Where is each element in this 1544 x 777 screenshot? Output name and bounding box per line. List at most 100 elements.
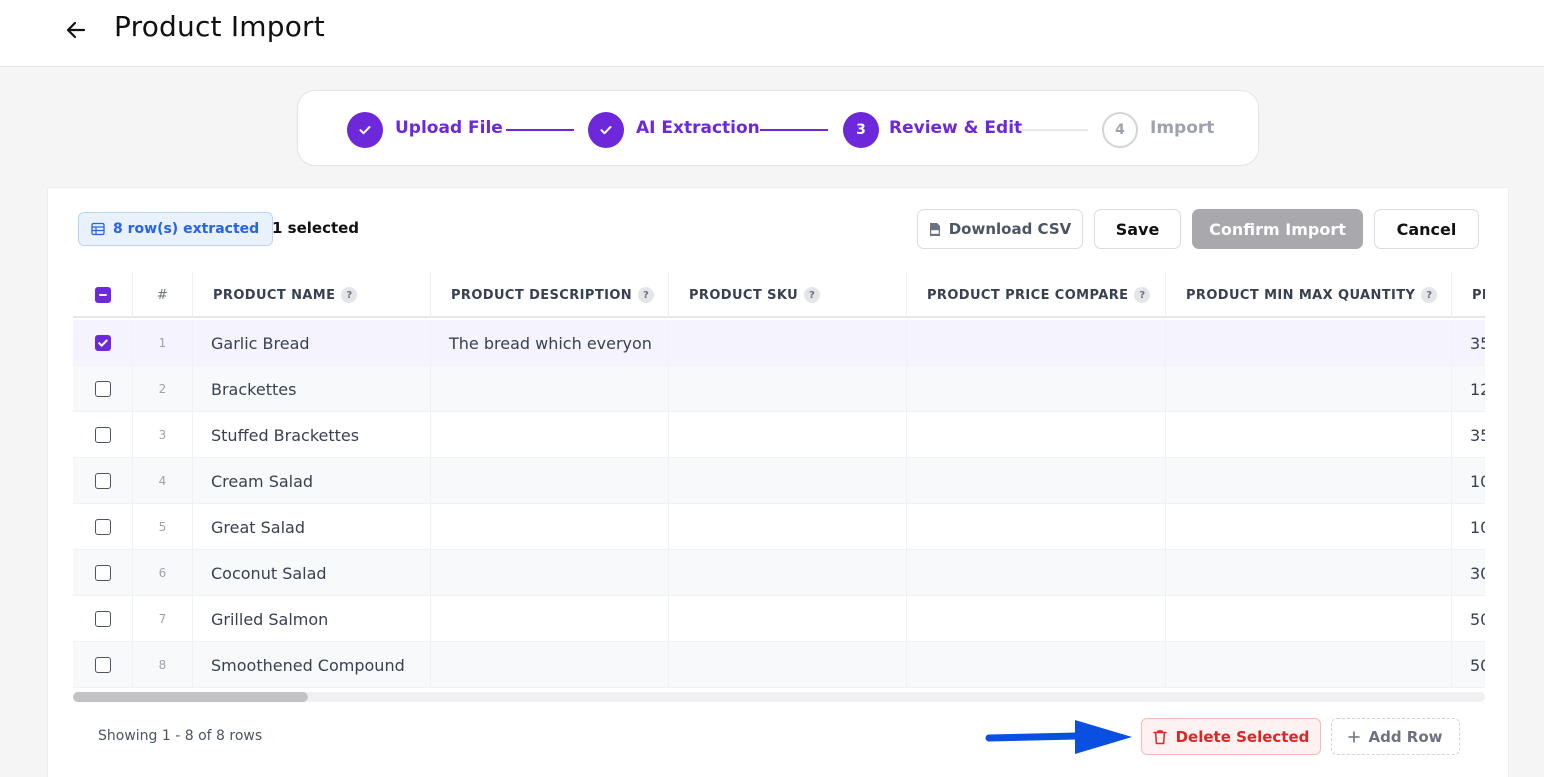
- row-select-cell: [73, 320, 133, 366]
- cell-sku[interactable]: [669, 458, 907, 504]
- help-icon[interactable]: ?: [341, 287, 358, 303]
- cell-name[interactable]: Stuffed Brackettes: [193, 412, 431, 458]
- cell-compare[interactable]: [907, 596, 1166, 642]
- cell-name[interactable]: Brackettes: [193, 366, 431, 412]
- cell-price[interactable]: 30: [1452, 550, 1485, 596]
- select-all-checkbox[interactable]: [94, 287, 111, 303]
- cell-sku[interactable]: [669, 596, 907, 642]
- pagination-status: Showing 1 - 8 of 8 rows: [98, 728, 263, 744]
- cell-compare[interactable]: [907, 504, 1166, 550]
- cell-minmax[interactable]: [1166, 642, 1452, 688]
- row-checkbox[interactable]: [94, 519, 111, 535]
- column-header-product-name[interactable]: PRODUCT NAME ?: [193, 272, 431, 318]
- cell-description[interactable]: [431, 412, 669, 458]
- cell-price[interactable]: 12: [1452, 366, 1485, 412]
- step-1-circle: [347, 112, 383, 148]
- cell-price[interactable]: 35: [1452, 412, 1485, 458]
- horizontal-scrollbar[interactable]: [73, 692, 1485, 702]
- cell-sku[interactable]: [669, 504, 907, 550]
- cell-sku[interactable]: [669, 642, 907, 688]
- row-index: 3: [133, 412, 193, 458]
- cell-compare[interactable]: [907, 550, 1166, 596]
- cell-compare[interactable]: [907, 412, 1166, 458]
- save-button[interactable]: Save: [1094, 209, 1181, 249]
- cell-description[interactable]: The bread which everyon: [431, 320, 669, 366]
- cell-name[interactable]: Garlic Bread: [193, 320, 431, 366]
- help-icon[interactable]: ?: [804, 287, 821, 303]
- cell-name[interactable]: Great Salad: [193, 504, 431, 550]
- help-icon[interactable]: ?: [1134, 287, 1151, 303]
- cell-sku[interactable]: [669, 550, 907, 596]
- step-2-label: AI Extraction: [636, 118, 760, 138]
- step-connector: [1020, 129, 1088, 131]
- cell-name[interactable]: Smoothened Compound: [193, 642, 431, 688]
- table-row[interactable]: 3Stuffed Brackettes 35: [73, 412, 1485, 458]
- step-4-label: Import: [1150, 118, 1215, 138]
- row-checkbox[interactable]: [94, 473, 111, 489]
- cell-description[interactable]: [431, 366, 669, 412]
- cell-description[interactable]: [431, 642, 669, 688]
- cell-name[interactable]: Grilled Salmon: [193, 596, 431, 642]
- cell-minmax[interactable]: [1166, 366, 1452, 412]
- cell-description[interactable]: [431, 458, 669, 504]
- row-checkbox[interactable]: [94, 427, 111, 443]
- table-row[interactable]: 8Smoothened Compound 50: [73, 642, 1485, 688]
- cell-price[interactable]: 10: [1452, 504, 1485, 550]
- confirm-import-button[interactable]: Confirm Import: [1192, 209, 1363, 249]
- download-csv-button[interactable]: Download CSV: [917, 209, 1083, 249]
- download-csv-label: Download CSV: [948, 220, 1072, 238]
- column-header-label: PRODUCT DESCRIPTION: [451, 287, 633, 303]
- cell-price[interactable]: 10: [1452, 458, 1485, 504]
- cancel-button[interactable]: Cancel: [1374, 209, 1479, 249]
- cell-price[interactable]: 50: [1452, 596, 1485, 642]
- table-header: # PRODUCT NAME ? PRODUCT DESCRIPTION ? P…: [73, 272, 1485, 318]
- cell-minmax[interactable]: [1166, 458, 1452, 504]
- row-select-cell: [73, 550, 133, 596]
- cell-compare[interactable]: [907, 642, 1166, 688]
- row-checkbox[interactable]: [94, 611, 111, 627]
- column-header-product-price-compare[interactable]: PRODUCT PRICE COMPARE ?: [907, 272, 1166, 318]
- row-checkbox[interactable]: [94, 565, 111, 581]
- row-checkbox[interactable]: [94, 335, 111, 351]
- cell-price[interactable]: 35: [1452, 320, 1485, 366]
- cell-sku[interactable]: [669, 412, 907, 458]
- table-row[interactable]: 5Great Salad 10: [73, 504, 1485, 550]
- table-row[interactable]: 4Cream Salad 10: [73, 458, 1485, 504]
- cell-sku[interactable]: [669, 320, 907, 366]
- cell-compare[interactable]: [907, 320, 1166, 366]
- cell-description[interactable]: [431, 596, 669, 642]
- column-header-product-sku[interactable]: PRODUCT SKU ?: [669, 272, 907, 318]
- help-icon[interactable]: ?: [1421, 287, 1438, 303]
- cell-compare[interactable]: [907, 366, 1166, 412]
- row-checkbox[interactable]: [94, 381, 111, 397]
- row-select-cell: [73, 458, 133, 504]
- column-header-product-price[interactable]: PR: [1452, 272, 1485, 318]
- column-header-product-description[interactable]: PRODUCT DESCRIPTION ?: [431, 272, 669, 318]
- cell-minmax[interactable]: [1166, 504, 1452, 550]
- cell-minmax[interactable]: [1166, 596, 1452, 642]
- cell-minmax[interactable]: [1166, 550, 1452, 596]
- table-row[interactable]: 6Coconut Salad 30: [73, 550, 1485, 596]
- cell-compare[interactable]: [907, 458, 1166, 504]
- add-row-button[interactable]: Add Row: [1331, 718, 1460, 755]
- cell-sku[interactable]: [669, 366, 907, 412]
- minus-icon: [98, 294, 107, 296]
- table-row[interactable]: 1Garlic BreadThe bread which everyon 35: [73, 320, 1485, 366]
- help-icon[interactable]: ?: [638, 287, 655, 303]
- plus-icon: [1348, 730, 1361, 743]
- cell-description[interactable]: [431, 504, 669, 550]
- cell-minmax[interactable]: [1166, 320, 1452, 366]
- scrollbar-thumb[interactable]: [73, 692, 308, 702]
- cell-name[interactable]: Coconut Salad: [193, 550, 431, 596]
- delete-selected-button[interactable]: Delete Selected: [1141, 718, 1321, 755]
- back-button[interactable]: [60, 14, 92, 46]
- table-row[interactable]: 7Grilled Salmon 50: [73, 596, 1485, 642]
- cell-minmax[interactable]: [1166, 412, 1452, 458]
- step-3-circle: 3: [843, 112, 879, 148]
- cell-name[interactable]: Cream Salad: [193, 458, 431, 504]
- column-header-product-min-max-quantity[interactable]: PRODUCT MIN MAX QUANTITY ?: [1166, 272, 1452, 318]
- table-row[interactable]: 2Brackettes 12: [73, 366, 1485, 412]
- row-checkbox[interactable]: [94, 657, 111, 673]
- cell-price[interactable]: 50: [1452, 642, 1485, 688]
- cell-description[interactable]: [431, 550, 669, 596]
